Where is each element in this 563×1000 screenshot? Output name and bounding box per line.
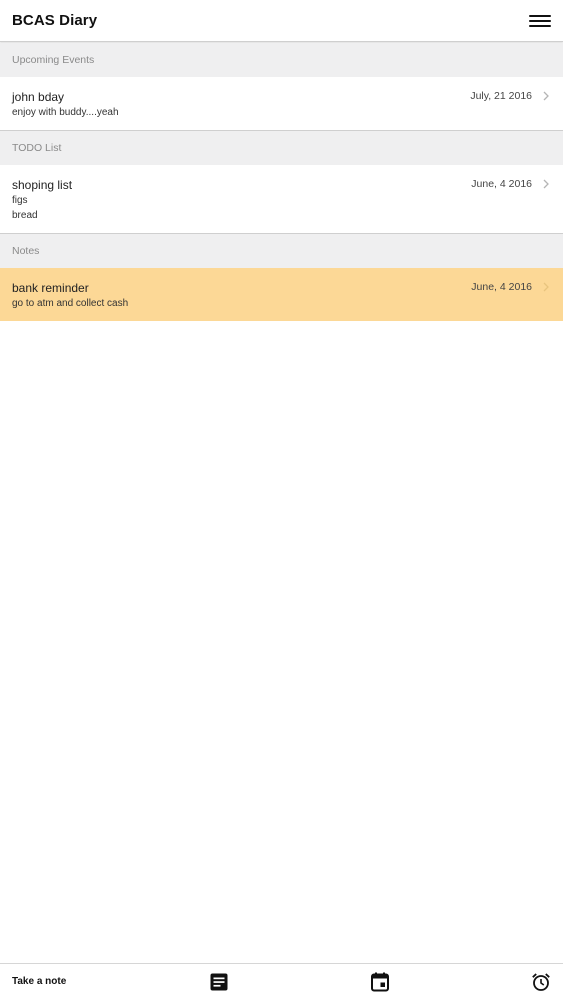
- item-detail: bread: [12, 210, 38, 221]
- item-detail: enjoy with buddy....yeah: [12, 107, 119, 118]
- take-a-note-button[interactable]: Take a note: [12, 976, 66, 987]
- list-item-shoping-list[interactable]: shoping list figs bread June, 4 2016: [0, 165, 563, 234]
- list-item-john-bday[interactable]: john bday enjoy with buddy....yeah July,…: [0, 77, 563, 131]
- chevron-right-icon: [543, 179, 549, 189]
- item-date: June, 4 2016: [471, 178, 532, 190]
- app-header: BCAS Diary: [0, 0, 563, 42]
- hamburger-menu-icon[interactable]: [529, 12, 551, 30]
- section-header-upcoming-events: Upcoming Events: [0, 43, 563, 77]
- section-label: Upcoming Events: [12, 54, 95, 66]
- item-date: June, 4 2016: [471, 281, 532, 293]
- note-icon[interactable]: [209, 972, 229, 992]
- section-label: Notes: [12, 245, 40, 257]
- calendar-icon[interactable]: [370, 972, 390, 992]
- bottom-toolbar: Take a note: [0, 963, 563, 1000]
- item-title: bank reminder: [12, 281, 89, 295]
- item-title: shoping list: [12, 178, 73, 192]
- list-item-bank-reminder[interactable]: bank reminder go to atm and collect cash…: [0, 268, 563, 321]
- chevron-right-icon: [543, 282, 549, 292]
- app-root: BCAS Diary Upcoming Events john bday enj…: [0, 0, 563, 1000]
- chevron-right-icon: [543, 91, 549, 101]
- section-label: TODO List: [12, 142, 62, 154]
- item-date: July, 21 2016: [470, 90, 532, 102]
- main-content: Upcoming Events john bday enjoy with bud…: [0, 43, 563, 321]
- section-header-notes: Notes: [0, 234, 563, 268]
- item-detail: go to atm and collect cash: [12, 298, 129, 309]
- item-detail: figs: [12, 195, 28, 206]
- section-header-todo-list: TODO List: [0, 131, 563, 165]
- app-title: BCAS Diary: [12, 12, 98, 29]
- alarm-clock-icon[interactable]: [531, 972, 551, 992]
